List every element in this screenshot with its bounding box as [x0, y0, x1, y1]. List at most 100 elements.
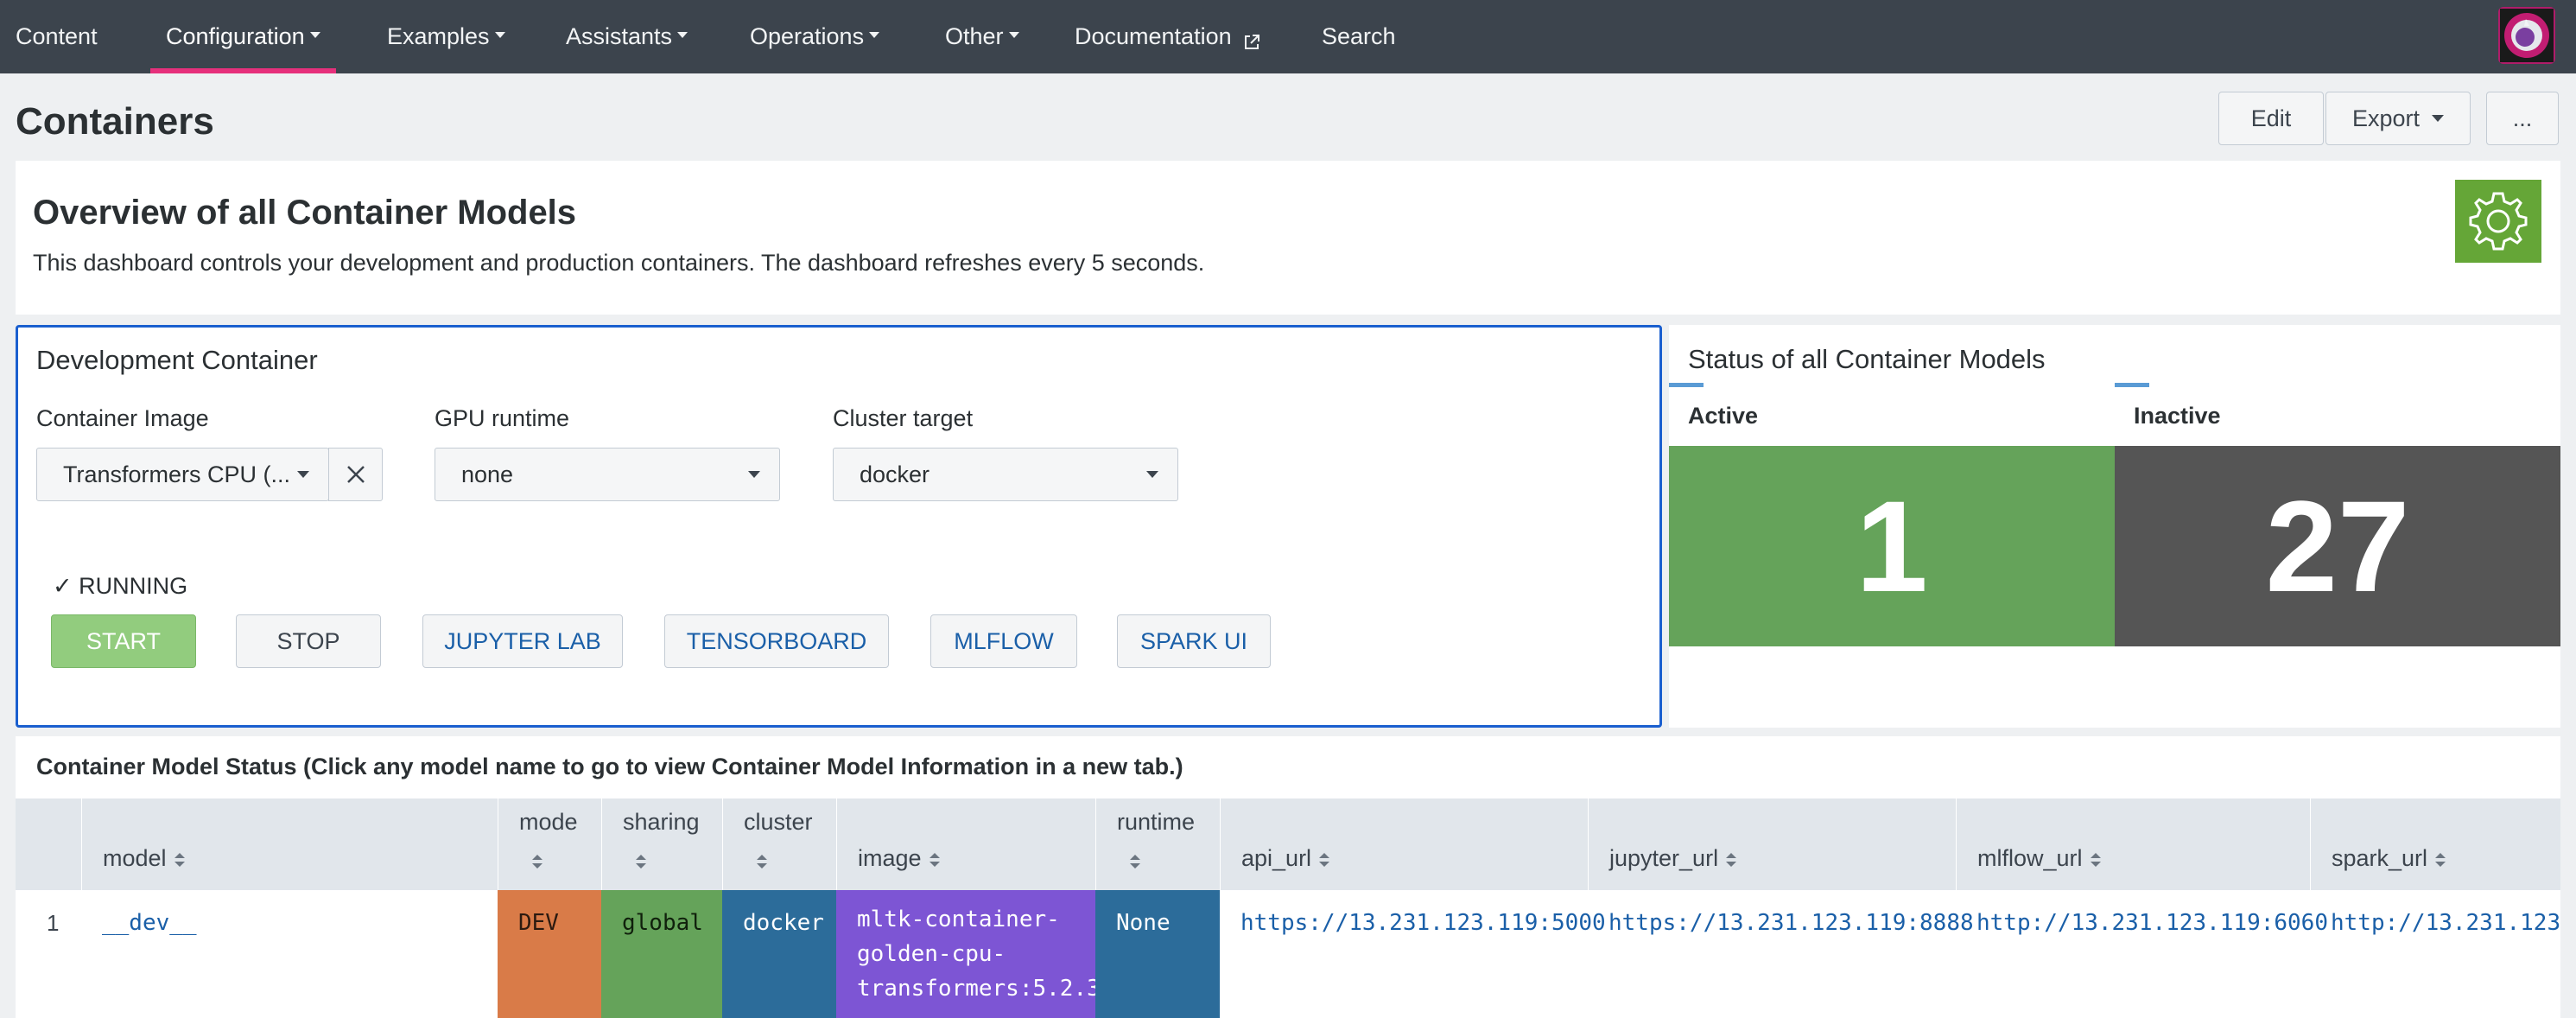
column-header-image[interactable]: image	[836, 798, 1095, 890]
sort-icon	[2090, 852, 2101, 867]
nav-assistants[interactable]: Assistants	[550, 0, 703, 73]
chevron-down-icon	[309, 32, 320, 38]
chevron-down-icon	[494, 32, 505, 38]
cluster-target-value: docker	[860, 461, 930, 487]
jupyter-url-link[interactable]: https://13.231.123.119:8888	[1588, 890, 1974, 1018]
column-header-api-url[interactable]: api_url	[1220, 798, 1588, 890]
chevron-down-icon	[297, 471, 309, 478]
sort-icon	[929, 852, 940, 867]
nav-examples[interactable]: Examples	[371, 0, 521, 73]
sort-icon	[1130, 854, 1140, 868]
cluster-target-dropdown[interactable]: docker	[833, 448, 1178, 501]
runtime-cell: None	[1095, 890, 1220, 1018]
cluster-target-label: Cluster target	[833, 405, 974, 431]
container-image-label: Container Image	[36, 405, 209, 431]
cluster-cell: docker	[722, 890, 836, 1018]
tensorboard-label: TENSORBOARD	[686, 627, 867, 654]
column-spark-url-label: spark_url	[2332, 845, 2428, 871]
nav-configuration[interactable]: Configuration	[150, 0, 336, 73]
column-runtime-label: runtime	[1117, 809, 1196, 835]
api-url-link[interactable]: https://13.231.123.119:5000	[1220, 890, 1606, 1018]
nav-other[interactable]: Other	[930, 0, 1035, 73]
nav-assistants-label: Assistants	[566, 23, 673, 49]
gpu-runtime-dropdown[interactable]: none	[435, 448, 780, 501]
active-label: Active	[1688, 403, 1759, 429]
column-jupyter-url-label: jupyter_url	[1609, 845, 1719, 871]
active-tab-indicator	[1669, 383, 1704, 387]
edit-button[interactable]: Edit	[2218, 92, 2324, 145]
column-header-cluster[interactable]: cluster	[722, 798, 836, 890]
gpu-runtime-value: none	[461, 461, 514, 487]
chevron-down-icon	[1008, 32, 1019, 38]
spark-url-link[interactable]: http://13.231.123.119:4040	[2310, 890, 2560, 1018]
column-header-mode[interactable]: mode	[498, 798, 601, 890]
clear-image-button[interactable]	[328, 448, 383, 501]
overview-title: Overview of all Container Models	[33, 194, 577, 232]
mlflow-button[interactable]: MLFLOW	[930, 614, 1077, 668]
sharing-cell: global	[601, 890, 722, 1018]
chevron-down-icon	[748, 471, 760, 478]
jupyter-lab-button[interactable]: JUPYTER LAB	[422, 614, 623, 668]
app-logo-icon	[2500, 9, 2554, 62]
nav-search[interactable]: Search	[1306, 0, 1412, 73]
chevron-down-icon	[2432, 115, 2445, 122]
nav-configuration-label: Configuration	[166, 23, 305, 49]
mlflow-label: MLFLOW	[954, 627, 1054, 654]
chevron-down-icon	[869, 32, 880, 38]
close-icon	[346, 466, 365, 483]
container-status: ✓ RUNNING	[53, 573, 188, 599]
inactive-count[interactable]: 27	[2115, 446, 2560, 646]
dev-panel-title: Development Container	[36, 345, 318, 375]
gpu-runtime-label: GPU runtime	[435, 405, 570, 431]
tensorboard-button[interactable]: TENSORBOARD	[664, 614, 889, 668]
export-button-label: Export	[2351, 105, 2421, 131]
gear-icon	[2455, 180, 2541, 263]
overview-panel: Overview of all Container Models This da…	[16, 161, 2560, 315]
sort-icon	[1726, 852, 1737, 867]
overview-description: This dashboard controls your development…	[33, 250, 1205, 276]
development-container-panel: Development Container Container Image Tr…	[16, 325, 1662, 728]
navbar-background: Content Configuration Examples Assistant…	[0, 0, 2576, 73]
container-image-value: Transformers CPU (...	[63, 461, 291, 487]
column-header-runtime[interactable]: runtime	[1095, 798, 1220, 890]
external-link-icon	[1244, 29, 1259, 49]
spark-ui-button[interactable]: SPARK UI	[1117, 614, 1271, 668]
row-number: 1	[47, 910, 60, 936]
sort-icon	[1319, 852, 1330, 867]
start-button-label: START	[86, 627, 161, 654]
image-line-2: golden-cpu-	[857, 941, 1006, 967]
nav-documentation-label: Documentation	[1075, 23, 1232, 49]
sort-icon	[2435, 852, 2446, 867]
nav-documentation[interactable]: Documentation	[1059, 0, 1275, 73]
column-header-spark-url[interactable]: spark_url	[2310, 798, 2560, 890]
column-cluster-label: cluster	[744, 809, 813, 835]
nav-content[interactable]: Content	[0, 0, 113, 73]
table-row: 1 __dev__ DEV global docker mltk-contain…	[16, 890, 2560, 1018]
stop-button[interactable]: STOP	[236, 614, 381, 668]
nav-other-label: Other	[945, 23, 1004, 49]
export-button[interactable]: Export	[2325, 92, 2471, 145]
column-api-url-label: api_url	[1241, 845, 1312, 871]
column-model-label: model	[103, 845, 167, 871]
nav-operations-label: Operations	[750, 23, 865, 49]
start-button[interactable]: START	[51, 614, 196, 668]
mlflow-url-link[interactable]: http://13.231.123.119:6060	[1956, 890, 2328, 1018]
column-header-sharing[interactable]: sharing	[601, 798, 722, 890]
model-link[interactable]: __dev__	[81, 890, 498, 1018]
container-image-dropdown[interactable]: Transformers CPU (...	[36, 448, 329, 501]
column-header-mlflow-url[interactable]: mlflow_url	[1956, 798, 2310, 890]
column-header-model[interactable]: model	[81, 798, 498, 890]
column-header-rownum	[16, 798, 81, 890]
jupyter-lab-label: JUPYTER LAB	[444, 627, 601, 654]
more-actions-button[interactable]: ...	[2486, 92, 2559, 145]
stop-button-label: STOP	[276, 627, 340, 654]
nav-operations[interactable]: Operations	[734, 0, 895, 73]
model-status-table-panel: Container Model Status (Click any model …	[16, 736, 2560, 1018]
page-title: Containers	[16, 100, 214, 143]
column-mlflow-url-label: mlflow_url	[1977, 845, 2083, 871]
edit-button-label: Edit	[2250, 105, 2292, 131]
column-header-jupyter-url[interactable]: jupyter_url	[1588, 798, 1956, 890]
app-logo[interactable]	[2498, 7, 2555, 64]
active-count[interactable]: 1	[1669, 446, 2115, 646]
column-sharing-label: sharing	[623, 809, 700, 835]
